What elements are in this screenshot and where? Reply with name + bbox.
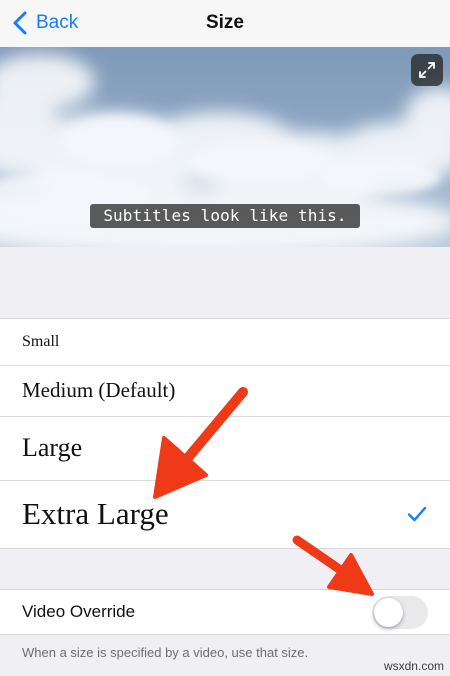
size-option-label: Small	[22, 333, 60, 350]
toggle-knob	[374, 598, 403, 627]
size-option-small[interactable]: Small	[0, 319, 450, 365]
size-option-large[interactable]: Large	[0, 416, 450, 480]
size-option-medium[interactable]: Medium (Default)	[0, 365, 450, 416]
subtitle-sample: Subtitles look like this.	[90, 204, 360, 228]
video-override-toggle[interactable]	[372, 596, 428, 629]
fullscreen-button[interactable]	[411, 54, 443, 86]
page-title: Size	[205, 12, 245, 33]
size-option-label: Medium (Default)	[22, 378, 176, 402]
size-option-label: Extra Large	[22, 496, 169, 531]
subtitle-preview: Subtitles look like this.	[0, 47, 450, 247]
size-option-extra-large[interactable]: Extra Large	[0, 480, 450, 548]
footer-description: When a size is specified by a video, use…	[22, 645, 309, 660]
size-option-label: Large	[22, 433, 83, 462]
video-override-label: Video Override	[22, 602, 136, 621]
size-options-list: Small Medium (Default) Large Extra Large	[0, 318, 450, 549]
watermark: wsxdn.com	[383, 659, 444, 673]
expand-icon	[419, 62, 435, 78]
video-override-row: Video Override	[0, 589, 450, 635]
checkmark-icon	[407, 506, 427, 522]
navigation-bar: Back Size	[0, 0, 450, 47]
